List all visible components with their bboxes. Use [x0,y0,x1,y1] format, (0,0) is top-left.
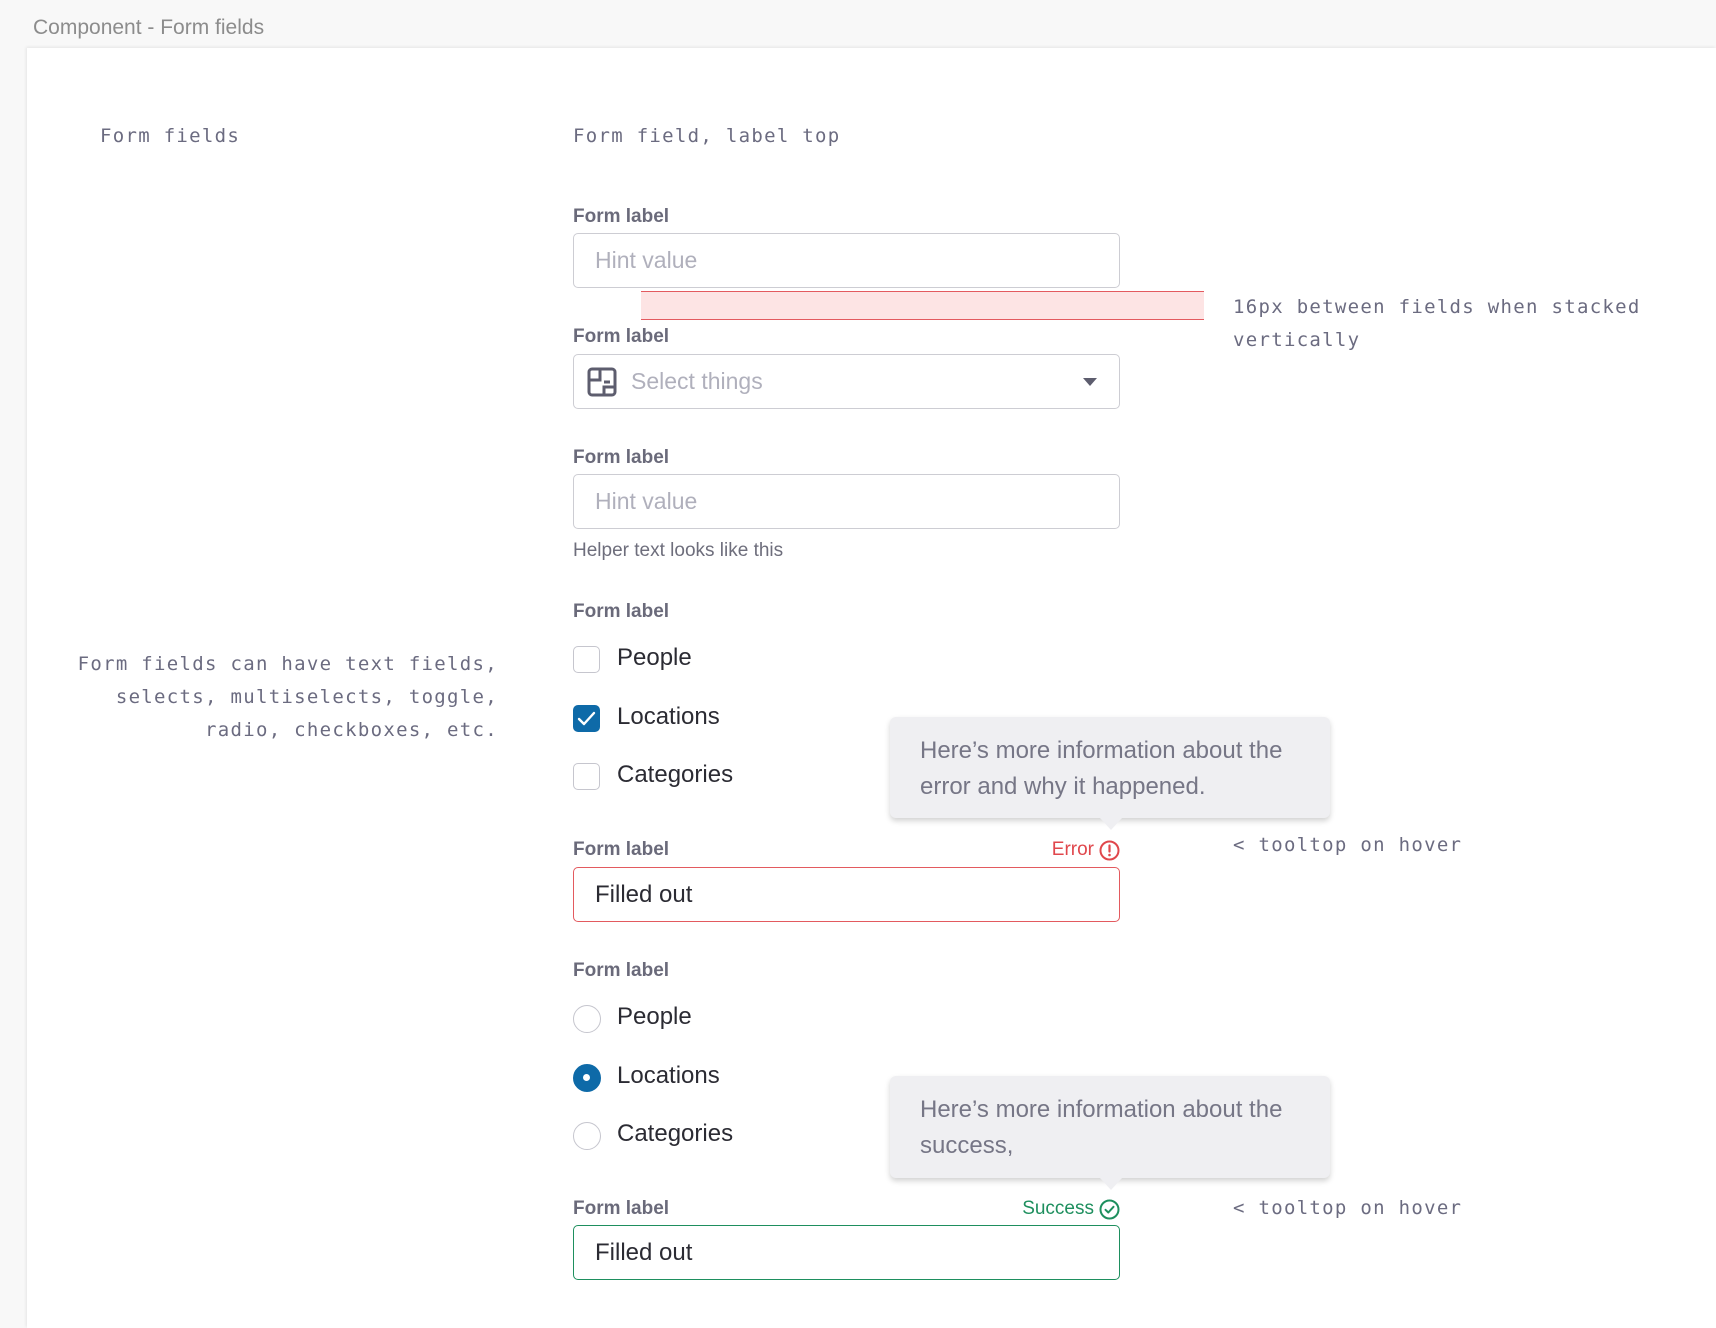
input-placeholder: Hint value [595,247,698,273]
input-value: Filled out [595,1239,693,1266]
error-tooltip: Here’s more information about the error … [890,717,1330,830]
radio-button-selected[interactable] [573,1064,601,1092]
form-label: Form label [573,601,670,622]
caret-down-icon [1083,378,1097,386]
error-alert-icon[interactable] [1099,840,1120,861]
error-status[interactable]: Error [1052,839,1120,861]
error-text-input[interactable]: Filled out [573,867,1120,922]
tooltip-arrow [1100,818,1122,830]
checkmark-icon [577,711,595,725]
form-label: Form label [573,447,670,468]
input-placeholder: Hint value [595,488,698,514]
checkbox-checked[interactable] [573,705,600,732]
form-label: Form label [573,206,670,227]
text-input[interactable]: Hint value [573,474,1120,529]
radio-button[interactable] [573,1005,601,1033]
radio-label: Locations [617,1062,720,1089]
tooltip-annotation: < tooltop on hover [1233,834,1463,856]
checkbox-label: Categories [617,761,734,788]
text-input[interactable]: Hint value [573,233,1120,288]
radio-button[interactable] [573,1122,601,1150]
spacing-annotation: 16px between fields when stacked vertica… [1233,296,1641,351]
section-title: Form fields [100,125,241,147]
success-check-icon[interactable] [1099,1199,1120,1220]
form-label: Form label [573,1198,670,1219]
radio-label: People [617,1003,692,1030]
tooltip-annotation: < tooltop on hover [1233,1197,1463,1219]
error-status-text: Error [1051,839,1094,860]
section-subtitle: Form field, label top [573,125,841,147]
success-text-input[interactable]: Filled out [573,1225,1120,1280]
tooltip-text: Here’s more information about the succes… [920,1096,1283,1159]
tooltip-arrow [1100,1178,1122,1190]
floorplan-icon [587,367,617,397]
checkbox[interactable] [573,763,600,790]
success-status[interactable]: Success [1022,1198,1120,1220]
success-status-text: Success [1022,1198,1094,1219]
section-description: Form fields can have text fields, select… [77,653,498,741]
checkbox[interactable] [573,646,600,673]
tooltip-text: Here’s more information about the error … [920,737,1283,800]
radio-label: Categories [617,1120,734,1147]
select-placeholder: Select things [631,368,763,394]
select-dropdown[interactable]: Select things [573,354,1120,409]
form-label: Form label [573,839,670,860]
form-label: Form label [573,326,670,347]
success-tooltip: Here’s more information about the succes… [890,1076,1330,1190]
form-label: Form label [573,960,670,981]
window-title: Component - Form fields [33,16,265,39]
helper-text: Helper text looks like this [573,540,784,561]
checkbox-label: Locations [617,703,720,730]
input-value: Filled out [595,881,693,908]
spacing-indicator [641,291,1204,320]
checkbox-label: People [617,644,692,671]
